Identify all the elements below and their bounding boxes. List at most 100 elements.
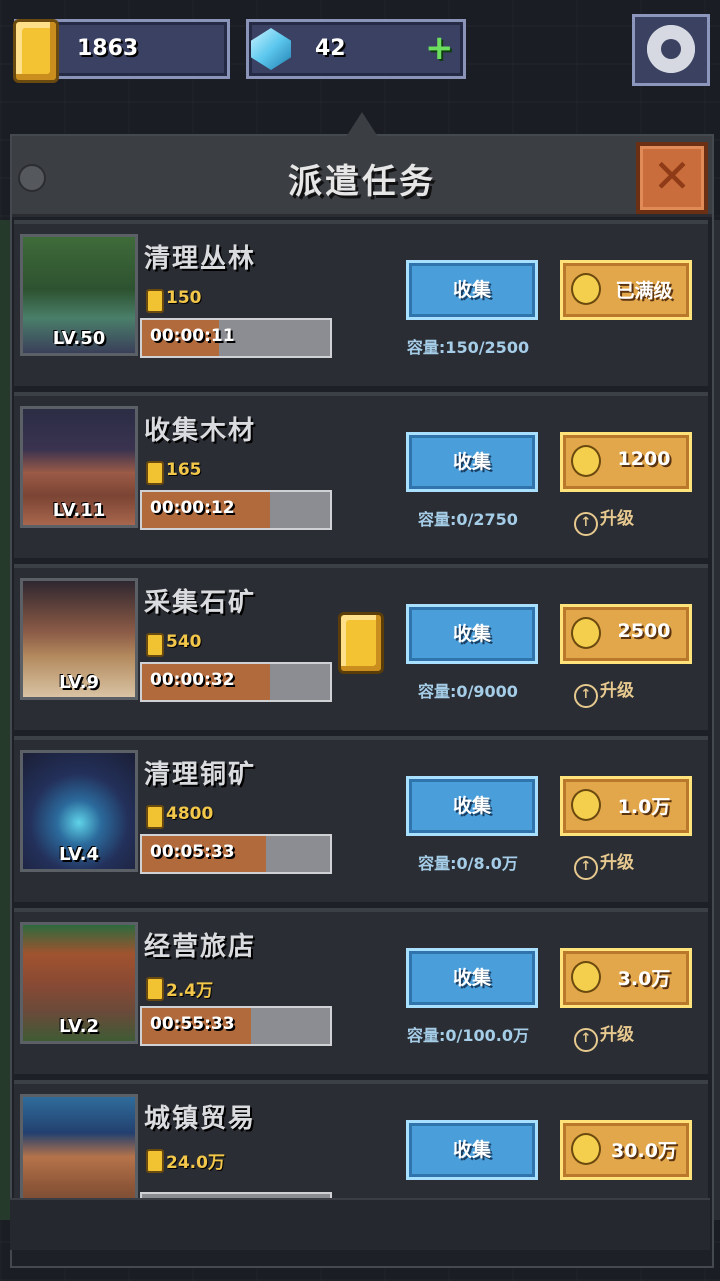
task-level: LV.11 xyxy=(52,500,106,521)
task-capacity: 容量:0/100.0万 xyxy=(407,1026,529,1045)
upgrade-button[interactable]: 已满级 xyxy=(560,260,692,320)
plus-icon[interactable]: + xyxy=(425,31,454,65)
task-timer-bar: 00:00:12 xyxy=(140,490,332,530)
task-row: LV.2 经营旅店 2.4万 00:55:33 收集 3.0万 容量:0/100… xyxy=(14,908,708,1074)
background-left-edge xyxy=(0,220,10,1220)
task-timer-bar: 00:55:33 xyxy=(140,1006,332,1046)
task-level: LV.4 xyxy=(59,844,99,865)
collect-button[interactable]: 收集 xyxy=(406,1120,538,1180)
upgrade-link[interactable]: ↑ 升级 xyxy=(574,1020,634,1052)
gold-coin-icon xyxy=(571,273,601,305)
upgrade-link[interactable]: ↑ 升级 xyxy=(574,848,634,880)
timer-text: 00:00:11 xyxy=(150,326,235,346)
gem-counter: 42 + xyxy=(246,19,466,79)
gem-amount: 42 xyxy=(315,36,346,61)
gear-icon xyxy=(647,25,695,73)
reward-amount: 24.0万 xyxy=(166,1153,225,1173)
task-timer-bar: 00:00:32 xyxy=(140,662,332,702)
task-timer-bar: 00:00:11 xyxy=(140,318,332,358)
timer-text: 00:00:32 xyxy=(150,670,235,690)
collect-button[interactable]: 收集 xyxy=(406,604,538,664)
upgrade-link-label: 升级 xyxy=(600,681,634,701)
gold-coin-icon xyxy=(146,1149,164,1173)
task-capacity: 容量:0/9000 xyxy=(418,682,518,701)
reward-amount: 165 xyxy=(166,460,202,480)
upgrade-button[interactable]: 30.0万 xyxy=(560,1120,692,1180)
gold-coin-icon xyxy=(571,1133,601,1165)
collect-label: 收集 xyxy=(452,1139,491,1161)
arrow-up-circle-icon: ↑ xyxy=(574,1028,598,1052)
upgrade-cost: 1.0万 xyxy=(617,796,671,818)
task-capacity: 容量:150/2500 xyxy=(406,338,530,357)
settings-button[interactable] xyxy=(632,14,710,86)
task-level: LV.50 xyxy=(52,328,106,349)
upgrade-cost: 1200 xyxy=(617,448,671,470)
task-thumbnail-wood: LV.11 xyxy=(20,406,138,528)
arrow-up-circle-icon: ↑ xyxy=(574,512,598,536)
task-timer-bar: 00:05:33 xyxy=(140,834,332,874)
gold-coin-icon xyxy=(146,633,164,657)
task-capacity: 容量:0/8.0万 xyxy=(418,854,518,873)
task-thumbnail-inn: LV.2 xyxy=(20,922,138,1044)
collect-label: 收集 xyxy=(452,795,491,817)
task-row: LV.50 清理丛林 150 00:00:11 收集 已满级 容量:150/25… xyxy=(14,220,708,386)
task-name: 收集木材 xyxy=(144,416,257,446)
reward-amount: 4800 xyxy=(166,804,214,824)
gold-coin-icon xyxy=(571,617,601,649)
upgrade-link-label: 升级 xyxy=(600,1025,634,1045)
task-name: 城镇贸易 xyxy=(144,1104,257,1134)
collect-label: 收集 xyxy=(452,279,491,301)
upgrade-cost: 已满级 xyxy=(615,280,673,302)
upgrade-button[interactable]: 1200 xyxy=(560,432,692,492)
task-row: LV.4 清理铜矿 4800 00:05:33 收集 1.0万 容量:0/8.0… xyxy=(14,736,708,902)
gold-coin-icon xyxy=(571,445,601,477)
collect-label: 收集 xyxy=(452,967,491,989)
collect-button[interactable]: 收集 xyxy=(406,776,538,836)
timer-text: 00:00:12 xyxy=(150,498,235,518)
task-name: 经营旅店 xyxy=(144,932,257,962)
collect-label: 收集 xyxy=(452,451,491,473)
gold-coin-icon xyxy=(571,789,601,821)
gold-coin-icon xyxy=(146,289,164,313)
upgrade-link[interactable]: ↑ 升级 xyxy=(574,504,634,536)
collect-button[interactable]: 收集 xyxy=(406,432,538,492)
gold-coin-icon xyxy=(146,461,164,485)
gold-coin-icon xyxy=(146,805,164,829)
task-row: 城镇贸易 24.0万 收集 30.0万 xyxy=(14,1080,708,1202)
close-button[interactable]: ✕ xyxy=(636,142,708,214)
upgrade-button[interactable]: 3.0万 xyxy=(560,948,692,1008)
blue-gem-icon xyxy=(251,28,291,70)
panel-header: 派遣任务 ✕ xyxy=(12,136,712,217)
coin-amount: 1863 xyxy=(77,36,139,61)
upgrade-button[interactable]: 2500 xyxy=(560,604,692,664)
task-name: 采集石矿 xyxy=(144,588,257,618)
task-level: LV.2 xyxy=(59,1016,99,1037)
task-thumbnail-jungle: LV.50 xyxy=(20,234,138,356)
arrow-up-circle-icon: ↑ xyxy=(574,684,598,708)
task-thumbnail-trade xyxy=(20,1094,138,1202)
reward-amount: 150 xyxy=(166,288,202,308)
collect-label: 收集 xyxy=(452,623,491,645)
upgrade-link-label: 升级 xyxy=(600,509,634,529)
upgrade-link[interactable]: ↑ 升级 xyxy=(574,676,634,708)
gold-coin-icon xyxy=(571,961,601,993)
close-icon: ✕ xyxy=(652,149,692,203)
panel-title: 派遣任务 xyxy=(288,162,436,202)
reward-amount: 540 xyxy=(166,632,202,652)
task-capacity: 容量:0/2750 xyxy=(418,510,518,529)
task-thumbnail-stone: LV.9 xyxy=(20,578,138,700)
upgrade-cost: 2500 xyxy=(617,620,671,642)
coin-counter: 1863 xyxy=(13,19,230,83)
panel-bottom-bar xyxy=(10,1198,710,1250)
collect-button[interactable]: 收集 xyxy=(406,948,538,1008)
task-thumbnail-copper: LV.4 xyxy=(20,750,138,872)
upgrade-button[interactable]: 1.0万 xyxy=(560,776,692,836)
floating-coin-icon[interactable] xyxy=(338,612,384,674)
gold-coin-icon xyxy=(13,19,59,83)
upgrade-cost: 3.0万 xyxy=(617,968,671,990)
upgrade-link-label: 升级 xyxy=(600,853,634,873)
reward-amount: 2.4万 xyxy=(166,981,214,1001)
collect-button[interactable]: 收集 xyxy=(406,260,538,320)
timer-text: 00:05:33 xyxy=(150,842,235,862)
upgrade-cost: 30.0万 xyxy=(611,1140,677,1162)
